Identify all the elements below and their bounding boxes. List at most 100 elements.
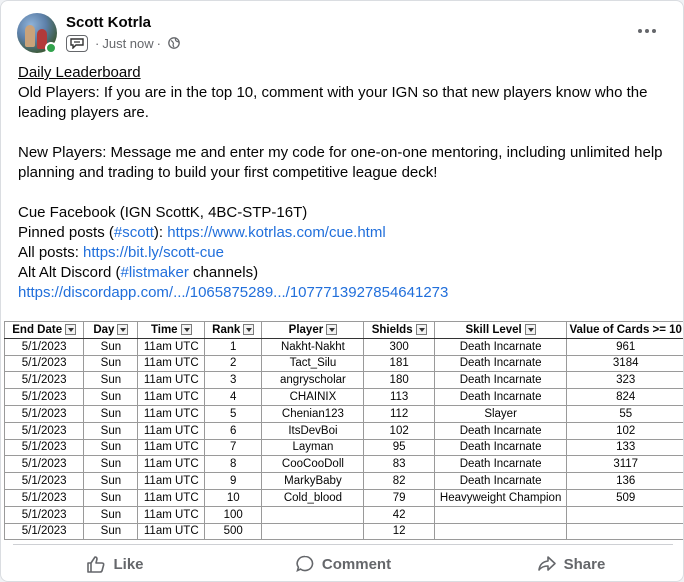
table-cell: Sun	[83, 438, 139, 457]
table-cell: 102	[363, 421, 435, 440]
table-row: 5/1/2023 Sun 11am UTC 10 Cold_blood 79 Heavywe…	[3, 488, 683, 507]
table-cell: 3184	[566, 354, 683, 373]
table-cell: 11am UTC	[137, 438, 206, 457]
table-cell: Sun	[83, 354, 139, 373]
post-text: Daily Leaderboard Old Players: If you ar…	[18, 63, 673, 303]
table-cell: 11am UTC	[137, 421, 206, 440]
table-cell: angryscholar	[261, 371, 365, 390]
table-header-row: End Date Day Time Rank Player Shields Sk…	[3, 321, 683, 339]
discord-url-link[interactable]: https://discordapp.com/.../1065875289...…	[18, 283, 673, 303]
table-cell: 42	[363, 505, 435, 524]
pinned-mid: ):	[153, 224, 168, 241]
all-posts-line: All posts: https://bit.ly/scott-cue	[18, 243, 673, 263]
post-timestamp[interactable]: Just now	[102, 36, 153, 51]
discord-suffix: channels)	[188, 264, 259, 281]
table-cell: CooCooDoll	[261, 455, 365, 474]
table-cell: Layman	[261, 438, 365, 457]
table-cell: 11am UTC	[137, 472, 206, 490]
table-cell: 5/1/2023	[3, 438, 85, 457]
table-cell: CHAINIX	[261, 388, 365, 406]
table-cell: 961	[566, 337, 683, 356]
table-cell: Sun	[83, 472, 139, 490]
table-row: 5/1/2023 Sun 11am UTC 100 42	[3, 505, 683, 524]
hashtag-scott-link[interactable]: #scott	[114, 224, 154, 241]
table-cell: 5/1/2023	[3, 522, 85, 541]
thumbs-up-icon	[87, 556, 105, 573]
hashtag-listmaker-link[interactable]: #listmaker	[121, 264, 189, 281]
table-row: 5/1/2023 Sun 11am UTC 6 ItsDevBoi 102 Death In…	[3, 421, 683, 440]
table-cell: 5/1/2023	[3, 337, 85, 356]
table-cell: 9	[204, 472, 263, 490]
column-header: Player	[261, 321, 365, 339]
table-cell: 11am UTC	[137, 388, 206, 406]
table-cell: 5/1/2023	[3, 371, 85, 390]
table-cell: 181	[363, 354, 435, 373]
table-cell: 112	[363, 404, 435, 423]
table-cell: 11am UTC	[137, 404, 206, 423]
table-cell: 95	[363, 438, 435, 457]
globe-icon[interactable]	[168, 37, 180, 49]
table-row: 5/1/2023 Sun 11am UTC 4 CHAINIX 113 Death Inca…	[3, 388, 683, 406]
all-posts-prefix: All posts:	[18, 244, 84, 261]
table-cell: 11am UTC	[137, 455, 206, 474]
like-label: Like	[113, 555, 144, 573]
meta-separator-2: ·	[156, 35, 161, 51]
share-label: Share	[563, 555, 606, 573]
table-cell: 100	[204, 505, 263, 524]
action-bar: Like Comment Share	[1, 547, 683, 581]
table-cell: Sun	[83, 337, 139, 356]
table-cell: 5/1/2023	[3, 421, 85, 440]
table-cell	[566, 505, 683, 524]
table-cell: 3117	[566, 455, 683, 474]
table-cell: 5/1/2023	[3, 488, 85, 507]
table-row: 5/1/2023 Sun 11am UTC 8 CooCooDoll 83 Death In…	[3, 455, 683, 474]
table-cell: 113	[363, 388, 435, 406]
table-cell: Sun	[83, 404, 139, 423]
table-cell: 82	[363, 472, 435, 490]
column-header: Shields	[363, 321, 435, 339]
table-cell: 102	[566, 421, 683, 440]
table-cell: 2	[204, 354, 263, 373]
table-cell: Nakht-Nakht	[261, 337, 365, 356]
table-cell: MarkyBaby	[261, 472, 365, 490]
table-row: 5/1/2023 Sun 11am UTC 1 Nakht-Nakht 300 Death …	[3, 337, 683, 356]
pinned-prefix: Pinned posts (	[18, 224, 114, 241]
column-header: Rank	[204, 321, 263, 339]
table-cell: Death Incarnate	[433, 388, 568, 406]
column-header: Day	[83, 321, 139, 339]
table-cell: 500	[204, 522, 263, 541]
table-cell: Sun	[83, 522, 139, 541]
column-header: Time	[137, 321, 206, 339]
share-button[interactable]: Share	[457, 547, 683, 581]
table-cell: Death Incarnate	[433, 354, 568, 373]
table-cell: Sun	[83, 388, 139, 406]
discord-prefix: Alt Alt Discord (	[18, 264, 121, 281]
table-cell: 133	[566, 438, 683, 457]
table-cell: Heavyweight Champion	[433, 488, 568, 507]
comment-button[interactable]: Comment	[229, 547, 457, 581]
table-cell: 12	[363, 522, 435, 541]
table-cell	[566, 522, 683, 541]
table-cell: 5/1/2023	[3, 455, 85, 474]
table-cell: 11am UTC	[137, 354, 206, 373]
table-cell: Death Incarnate	[433, 371, 568, 390]
table-cell: Chenian123	[261, 404, 365, 423]
more-options-icon[interactable]	[633, 17, 661, 45]
bitly-link[interactable]: https://bit.ly/scott-cue	[83, 244, 224, 261]
table-cell: Death Incarnate	[433, 421, 568, 440]
cue-facebook-line: Cue Facebook (IGN ScottK, 4BC-STP-16T)	[18, 204, 308, 221]
like-button[interactable]: Like	[1, 547, 229, 581]
chat-badge-icon	[66, 34, 88, 52]
old-players-line: Old Players: If you are in the top 10, c…	[18, 84, 648, 121]
comment-label: Comment	[321, 555, 392, 573]
table-cell: Death Incarnate	[433, 472, 568, 490]
table-cell: Death Incarnate	[433, 455, 568, 474]
pinned-posts-line: Pinned posts (#scott): https://www.kotrl…	[18, 223, 673, 243]
table-cell: 3	[204, 371, 263, 390]
kotrlas-link[interactable]: https://www.kotrlas.com/cue.html	[167, 224, 385, 241]
leaderboard-image[interactable]: End Date Day Time Rank Player Shields Sk…	[1, 321, 683, 543]
table-cell: 5/1/2023	[3, 354, 85, 373]
author-name[interactable]: Scott Kotrla	[66, 14, 151, 31]
post-card: Scott Kotrla · Just now · Daily Leaderbo…	[0, 0, 684, 582]
table-row: 5/1/2023 Sun 11am UTC 500 12	[3, 522, 683, 541]
